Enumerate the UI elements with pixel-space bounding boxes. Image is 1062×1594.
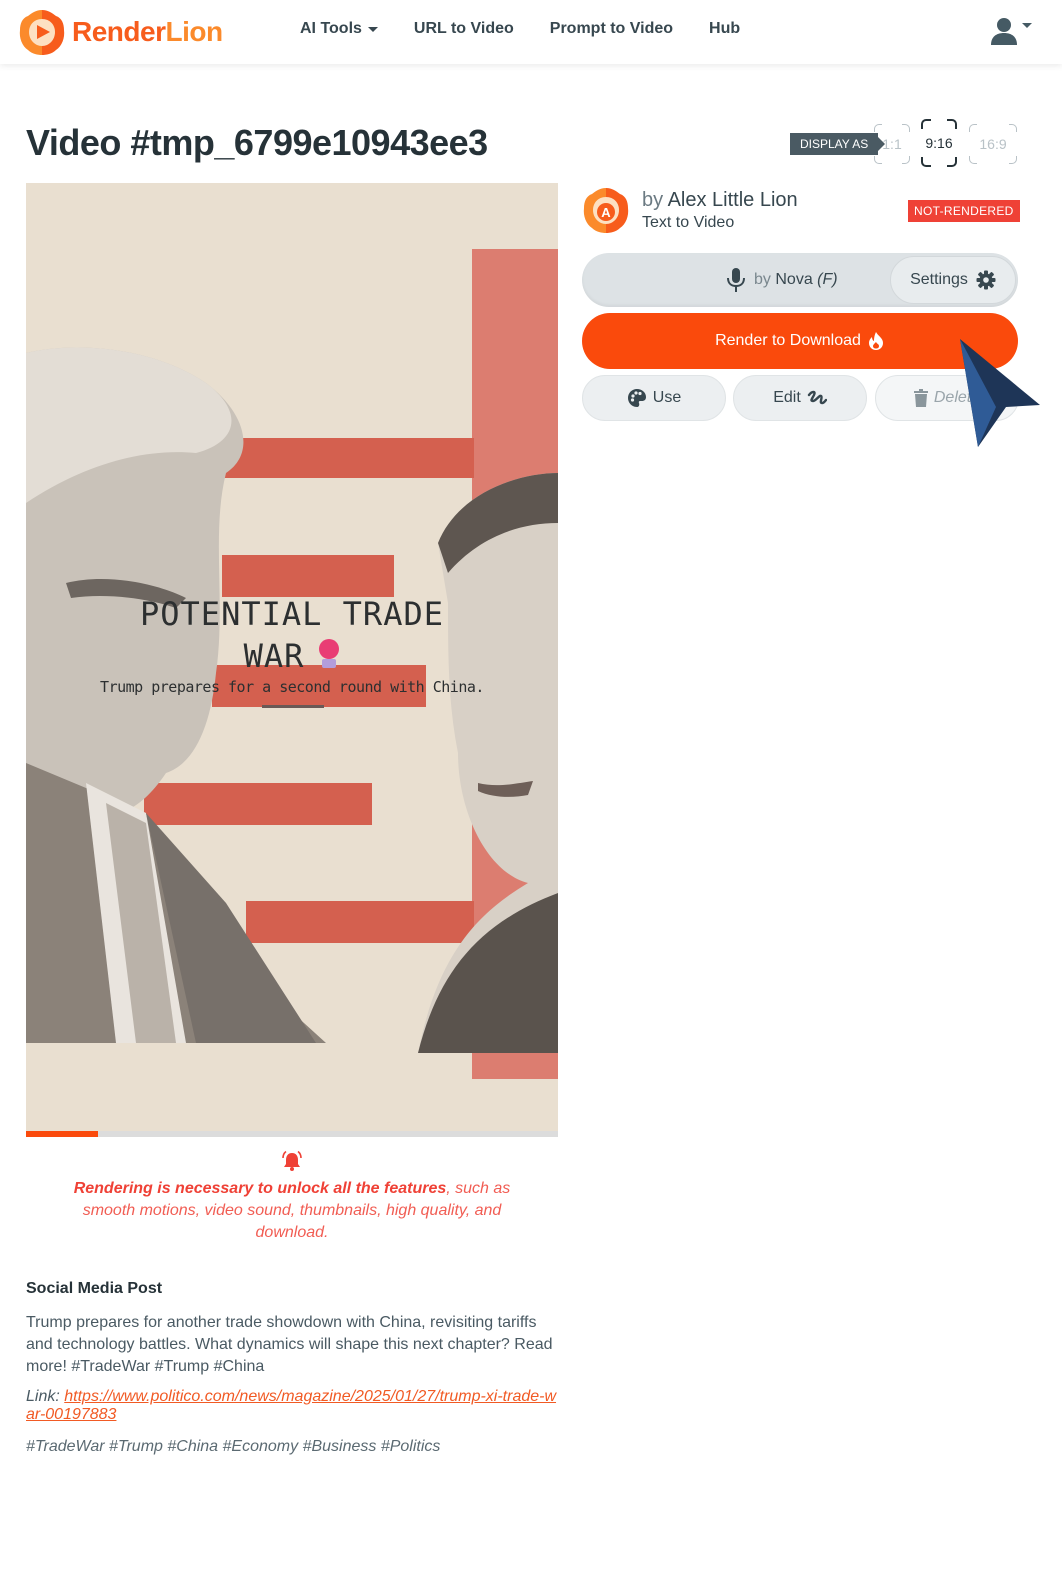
social-body: Trump prepares for another trade showdow… [26,1314,553,1375]
fire-icon [868,332,883,350]
video-divider [262,705,324,708]
caret-down-icon [1022,23,1032,28]
signature-icon [807,390,827,405]
user-icon [991,18,1017,45]
trash-icon [913,389,928,407]
boxing-glove-icon [318,637,340,668]
ratio-1-1-button[interactable]: 1:1 [874,124,910,164]
settings-button[interactable]: Settings [890,256,1016,304]
nav-prompt-to-video[interactable]: Prompt to Video [550,20,673,38]
social-link-line: Link: https://www.politico.com/news/maga… [26,1388,557,1423]
author-avatar[interactable]: A [582,186,630,234]
video-title-overlay: POTENTIAL TRADE WAR [140,595,444,675]
status-badge: NOT-RENDERED [908,200,1020,222]
video-type: Text to Video [642,213,735,231]
display-as-label: DISPLAY AS [790,133,886,155]
user-menu-button[interactable] [990,16,1032,46]
lion-play-logo-icon [19,10,65,55]
gear-icon [976,270,996,290]
social-media-post: Social Media Post Trump prepares for ano… [26,1280,558,1456]
brand-name: RenderLion [72,16,223,47]
ratio-9-16-button[interactable]: 9:16 [921,119,957,167]
delete-button[interactable]: Delete [875,375,1019,421]
author-info: A by Alex Little Lion Text to Video [582,186,798,234]
microphone-icon [727,268,745,292]
nav-url-to-video[interactable]: URL to Video [414,20,514,38]
brand-logo-link[interactable]: RenderLion [18,8,223,56]
author-name[interactable]: by Alex Little Lion [642,189,798,212]
nav-ai-tools[interactable]: AI Tools [300,20,378,38]
top-navbar: RenderLion AI Tools URL to Video Prompt … [0,0,1062,64]
video-progress-fill [26,1131,98,1137]
source-link[interactable]: https://www.politico.com/news/magazine/2… [26,1388,556,1423]
caret-down-icon [367,26,378,32]
render-to-download-button[interactable]: Render to Download [582,313,1018,369]
voice-selector[interactable]: by Nova (F) [726,267,838,293]
social-heading: Social Media Post [26,1280,163,1297]
main-nav: AI Tools URL to Video Prompt to Video Hu… [300,20,740,38]
edit-button[interactable]: Edit [733,375,867,421]
nav-hub[interactable]: Hub [709,20,740,38]
render-notice: Rendering is necessary to unlock all the… [50,1150,534,1244]
voice-bar: by Nova (F) Settings [582,253,1018,307]
bell-icon [282,1150,302,1171]
palette-icon [627,389,646,407]
svg-text:A: A [601,205,611,220]
social-hashtags: #TradeWar #Trump #China #Economy #Busine… [26,1438,441,1455]
ratio-16-9-button[interactable]: 16:9 [969,124,1017,164]
video-progress-bar[interactable] [26,1131,558,1137]
video-subtitle-overlay: Trump prepares for a second round with C… [100,678,484,696]
use-button[interactable]: Use [582,375,726,421]
video-preview[interactable]: POTENTIAL TRADE WAR Trump prepares for a… [26,183,558,1131]
right-figure-image [418,473,558,1053]
page-title: Video #tmp_6799e10943ee3 [26,122,488,163]
